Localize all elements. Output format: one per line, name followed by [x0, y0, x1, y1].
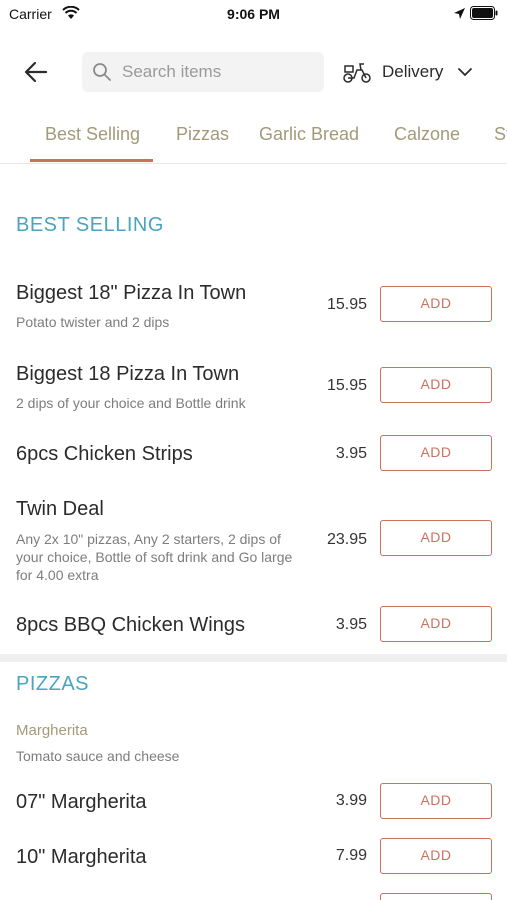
item-price: 7.99 — [335, 847, 367, 864]
item-price: 3.95 — [335, 445, 367, 462]
item-price: 3.99 — [335, 792, 367, 809]
location-arrow-icon — [453, 7, 466, 25]
item-name: Twin Deal — [16, 498, 104, 520]
tab-best-selling[interactable]: Best Selling — [45, 124, 140, 145]
item-description: Any 2x 10" pizzas, Any 2 starters, 2 dip… — [16, 531, 293, 583]
add-button[interactable]: ADD — [380, 783, 492, 819]
add-button[interactable]: ADD — [380, 435, 492, 471]
search-box[interactable] — [82, 52, 324, 92]
add-button[interactable]: ADD — [380, 286, 492, 322]
item-description: 2 dips of your choice and Bottle drink — [16, 395, 246, 411]
item-name: Biggest 18 Pizza In Town — [16, 363, 240, 385]
add-button[interactable]: ADD — [380, 838, 492, 874]
status-bar: Carrier 9:06 PM — [0, 0, 507, 28]
subcategory-description: Tomato sauce and cheese — [16, 748, 180, 764]
scooter-icon — [343, 63, 371, 83]
search-icon — [92, 62, 112, 87]
item-price: 3.95 — [335, 616, 367, 633]
chevron-down-icon — [458, 68, 473, 77]
battery-icon — [470, 6, 498, 25]
item-name: 8pcs BBQ Chicken Wings — [16, 614, 245, 636]
active-tab-indicator — [30, 159, 153, 162]
category-tabs: Best Selling Pizzas Garlic Bread Calzone… — [0, 112, 507, 164]
subcategory-title: Margherita — [16, 722, 88, 739]
delivery-label: Delivery — [382, 62, 444, 81]
item-price: 15.95 — [326, 296, 367, 313]
tab-pizzas[interactable]: Pizzas — [176, 124, 229, 145]
search-input[interactable] — [122, 60, 312, 84]
add-button[interactable]: ADD — [380, 606, 492, 642]
section-title-best-selling: BEST SELLING — [16, 214, 164, 236]
tab-st[interactable]: St — [494, 124, 507, 145]
menu-item — [0, 893, 507, 900]
item-name: 07" Margherita — [16, 791, 147, 813]
item-name: 6pcs Chicken Strips — [16, 443, 193, 465]
section-title-pizzas: PIZZAS — [16, 673, 90, 695]
tab-garlic-bread[interactable]: Garlic Bread — [259, 124, 359, 145]
item-description: Potato twister and 2 dips — [16, 314, 170, 330]
item-name: Biggest 18" Pizza In Town — [16, 282, 247, 304]
item-price: 23.95 — [326, 531, 367, 548]
status-time: 9:06 PM — [227, 6, 280, 22]
back-button[interactable] — [22, 58, 50, 86]
add-button[interactable]: ADD — [380, 520, 492, 556]
item-name: 10" Margherita — [16, 846, 147, 868]
tab-calzone[interactable]: Calzone — [394, 124, 460, 145]
arrow-left-icon — [24, 61, 48, 83]
delivery-mode-selector[interactable]: Delivery — [342, 56, 473, 88]
section-divider — [0, 654, 507, 662]
item-price: 15.95 — [326, 377, 367, 394]
add-button[interactable]: ADD — [380, 367, 492, 403]
add-button[interactable] — [380, 893, 492, 900]
top-bar: Delivery — [0, 50, 507, 94]
